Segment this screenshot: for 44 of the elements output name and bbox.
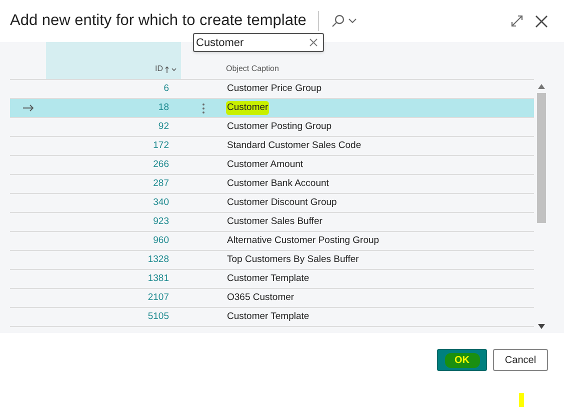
arrow-right-icon [22, 104, 34, 112]
id-link[interactable]: 92 [158, 120, 169, 134]
object-caption: Standard Customer Sales Code [226, 138, 362, 153]
id-link[interactable]: 340 [153, 196, 169, 210]
column-header[interactable]: Object Caption [226, 63, 279, 75]
id-link[interactable]: 287 [153, 176, 169, 192]
object-caption: Customer Template [226, 310, 310, 324]
scroll-down-icon[interactable] [538, 324, 544, 329]
highlight-mark [519, 393, 524, 407]
object-caption: Top Customers By Sales Buffer [226, 252, 360, 267]
chevron-down-icon[interactable] [348, 18, 358, 24]
id-link[interactable]: 172 [153, 138, 169, 154]
cancel-button[interactable]: Cancel [493, 349, 548, 371]
object-caption: Customer Template [226, 272, 310, 286]
id-column-header[interactable]: ID [155, 63, 177, 75]
more-options-icon[interactable] [202, 102, 205, 114]
object-caption: Customer Sales Buffer [226, 214, 324, 229]
id-link[interactable]: 266 [153, 158, 169, 172]
id-link[interactable]: 18 [158, 100, 169, 116]
search-icon[interactable] [331, 14, 346, 28]
dialog-title: Add new entity for which to create template [10, 11, 306, 32]
id-link[interactable]: 6 [164, 82, 169, 96]
id-link[interactable]: 1328 [148, 252, 169, 268]
scrollbar-thumb[interactable] [536, 93, 546, 223]
id-link[interactable]: 1381 [148, 272, 169, 286]
id-link[interactable]: 5105 [148, 310, 169, 324]
id-link[interactable]: 960 [153, 234, 169, 248]
object-caption: Customer Bank Account [226, 176, 330, 191]
object-caption: Customer Amount [226, 158, 304, 172]
id-link[interactable]: 2107 [148, 290, 169, 306]
selected-row[interactable]: 18 Customer [10, 99, 534, 118]
object-caption: Customer Posting Group [226, 120, 333, 134]
scroll-up-icon[interactable] [538, 84, 544, 89]
close-icon[interactable] [535, 14, 548, 28]
clear-icon[interactable] [309, 38, 318, 47]
search-field[interactable]: Customer [193, 33, 324, 52]
id-link[interactable]: 923 [153, 214, 169, 230]
object-caption: Customer Discount Group [226, 196, 338, 210]
object-caption: Alternative Customer Posting Group [226, 234, 380, 248]
object-caption: Customer Price Group [226, 82, 323, 96]
ok-button[interactable]: OK [437, 349, 487, 371]
object-caption: Customer [226, 100, 270, 116]
object-caption: O365 Customer [226, 290, 296, 305]
expand-icon[interactable] [511, 15, 523, 27]
